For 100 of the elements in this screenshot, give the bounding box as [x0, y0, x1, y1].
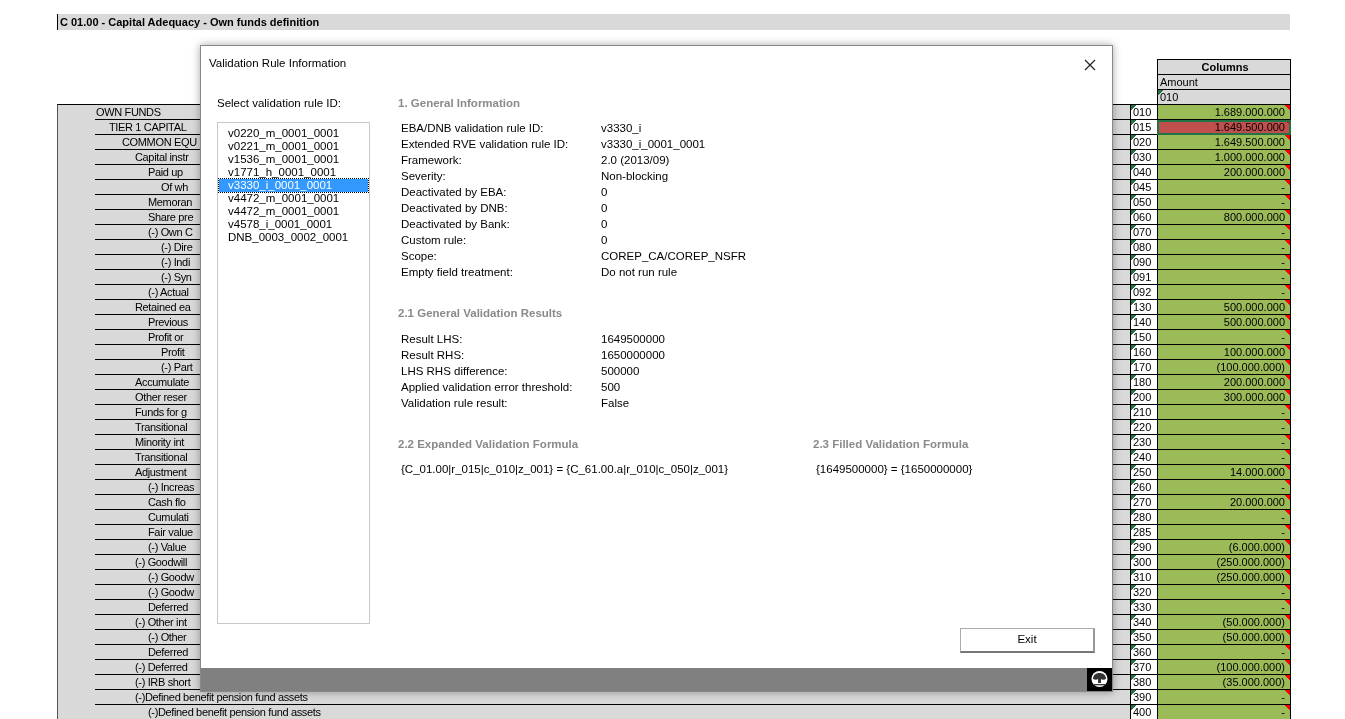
list-item[interactable]: v4472_m_0001_0001 [219, 192, 368, 206]
row-label: Profit [160, 345, 185, 359]
row-code: 330 [1130, 600, 1157, 615]
list-label: Select validation rule ID: [217, 96, 342, 111]
row-label: (-) Dire [160, 240, 193, 254]
table-cell[interactable]: 100.000.000 [1157, 345, 1291, 360]
table-cell[interactable]: (100.000.000) [1157, 660, 1291, 675]
row-code: 210 [1130, 405, 1157, 420]
row-code: 090 [1130, 255, 1157, 270]
close-icon[interactable] [1084, 59, 1096, 71]
list-item[interactable]: DNB_0003_0002_0001 [219, 231, 368, 245]
table-cell[interactable]: - [1157, 585, 1291, 600]
table-cell[interactable]: 500.000.000 [1157, 300, 1291, 315]
table-cell[interactable]: - [1157, 480, 1291, 495]
row-code: 285 [1130, 525, 1157, 540]
table-cell[interactable]: - [1157, 330, 1291, 345]
field-label: Empty field treatment: [401, 265, 514, 281]
table-cell[interactable]: 1.649.500.000 [1157, 135, 1291, 150]
list-item[interactable]: v4472_m_0001_0001 [219, 205, 368, 219]
exit-button[interactable]: Exit [960, 628, 1095, 653]
row-label: (-) Value [147, 540, 187, 554]
row-label: Previous [147, 315, 188, 329]
column-group-header: Columns [1157, 59, 1291, 74]
field-value: Do not run rule [601, 265, 678, 281]
table-cell[interactable]: 14.000.000 [1157, 465, 1291, 480]
field-value: 1649500000 [601, 331, 665, 347]
table-cell[interactable]: - [1157, 705, 1291, 719]
row-code: 180 [1130, 375, 1157, 390]
row-label: Memoran [147, 195, 192, 209]
table-cell[interactable]: - [1157, 195, 1291, 210]
row-code: 350 [1130, 630, 1157, 645]
table-cell[interactable]: 1.649.500.000 [1157, 120, 1291, 135]
table-cell[interactable]: - [1157, 690, 1291, 705]
field-value: 1650000000 [601, 347, 665, 363]
section-heading: 2.1 General Validation Results [398, 306, 564, 322]
list-item[interactable]: v0221_m_0001_0001 [219, 140, 368, 154]
table-cell[interactable]: - [1157, 600, 1291, 615]
row-label: Transitional [134, 420, 188, 434]
field-value: 500 [601, 379, 621, 395]
table-cell[interactable]: - [1157, 645, 1291, 660]
row-code: 360 [1130, 645, 1157, 660]
table-cell[interactable]: - [1157, 180, 1291, 195]
table-cell[interactable]: (100.000.000) [1157, 360, 1291, 375]
table-cell[interactable]: (35.000.000) [1157, 675, 1291, 690]
row-code: 015 [1130, 120, 1157, 135]
table-cell[interactable]: 200.000.000 [1157, 165, 1291, 180]
table-cell[interactable]: - [1157, 255, 1291, 270]
list-item[interactable]: v1771_h_0001_0001 [219, 166, 368, 180]
table-cell[interactable]: - [1157, 270, 1291, 285]
table-cell[interactable]: - [1157, 420, 1291, 435]
table-cell[interactable]: (50.000.000) [1157, 630, 1291, 645]
table-cell[interactable]: (6.000.000) [1157, 540, 1291, 555]
list-item[interactable]: v4578_i_0001_0001 [219, 218, 368, 232]
row-label: Adjustment [134, 465, 187, 479]
row-label: (-) Other [147, 630, 187, 644]
table-cell[interactable]: 300.000.000 [1157, 390, 1291, 405]
table-cell[interactable]: - [1157, 435, 1291, 450]
row-code: 340 [1130, 615, 1157, 630]
list-item[interactable]: v0220_m_0001_0001 [219, 127, 368, 141]
table-cell[interactable]: 800.000.000 [1157, 210, 1291, 225]
table-cell[interactable]: 1.689.000.000 [1157, 105, 1291, 120]
row-code: 091 [1130, 270, 1157, 285]
field-value: v3330_i [601, 121, 642, 137]
section-heading: 2.3 Filled Validation Formula [813, 436, 970, 452]
table-cell[interactable]: 500.000.000 [1157, 315, 1291, 330]
list-item[interactable]: v1536_m_0001_0001 [219, 153, 368, 167]
row-label: (-) Goodwill [134, 555, 188, 569]
table-cell[interactable]: - [1157, 285, 1291, 300]
table-cell[interactable]: (250.000.000) [1157, 555, 1291, 570]
field-label: EBA/DNB validation rule ID: [401, 121, 545, 137]
column-code: 010 [1157, 89, 1291, 104]
table-cell[interactable]: (50.000.000) [1157, 615, 1291, 630]
table-cell[interactable]: - [1157, 405, 1291, 420]
row-code: 320 [1130, 585, 1157, 600]
row-label: Of wh [160, 180, 188, 194]
table-cell[interactable]: - [1157, 525, 1291, 540]
table-cell[interactable]: - [1157, 450, 1291, 465]
row-label: (-) Indi [160, 255, 190, 269]
table-cell[interactable]: (250.000.000) [1157, 570, 1291, 585]
row-label: Other reser [134, 390, 187, 404]
dialog-title: Validation Rule Information [209, 56, 347, 71]
row-label: Share pre [147, 210, 194, 224]
table-cell[interactable]: 200.000.000 [1157, 375, 1291, 390]
row-label: Cumulati [147, 510, 189, 524]
table-cell[interactable]: - [1157, 225, 1291, 240]
table-cell[interactable]: - [1157, 510, 1291, 525]
table-cell[interactable]: 1.000.000.000 [1157, 150, 1291, 165]
row-code: 140 [1130, 315, 1157, 330]
row-code: 250 [1130, 465, 1157, 480]
table-cell[interactable]: - [1157, 240, 1291, 255]
row-label: Funds for g [134, 405, 187, 419]
field-label: Framework: [401, 153, 463, 169]
table-cell[interactable]: 20.000.000 [1157, 495, 1291, 510]
field-value: 0 [601, 233, 608, 249]
field-label: Scope: [401, 249, 438, 265]
row-label: (-) Other int [134, 615, 187, 629]
field-value: 0 [601, 185, 608, 201]
row-code: 045 [1130, 180, 1157, 195]
row-label: Retained ea [134, 300, 191, 314]
rule-list[interactable]: v0220_m_0001_0001 v0221_m_0001_0001 v1536_m_0001_0001 v1771_h_0001_0001 v3330_i_0001_0001 v4472_m_0001_0001 v4472_m_0001_0001 v4578_i_0001_0001 DNB_0003_0002_0001 [217, 122, 370, 625]
